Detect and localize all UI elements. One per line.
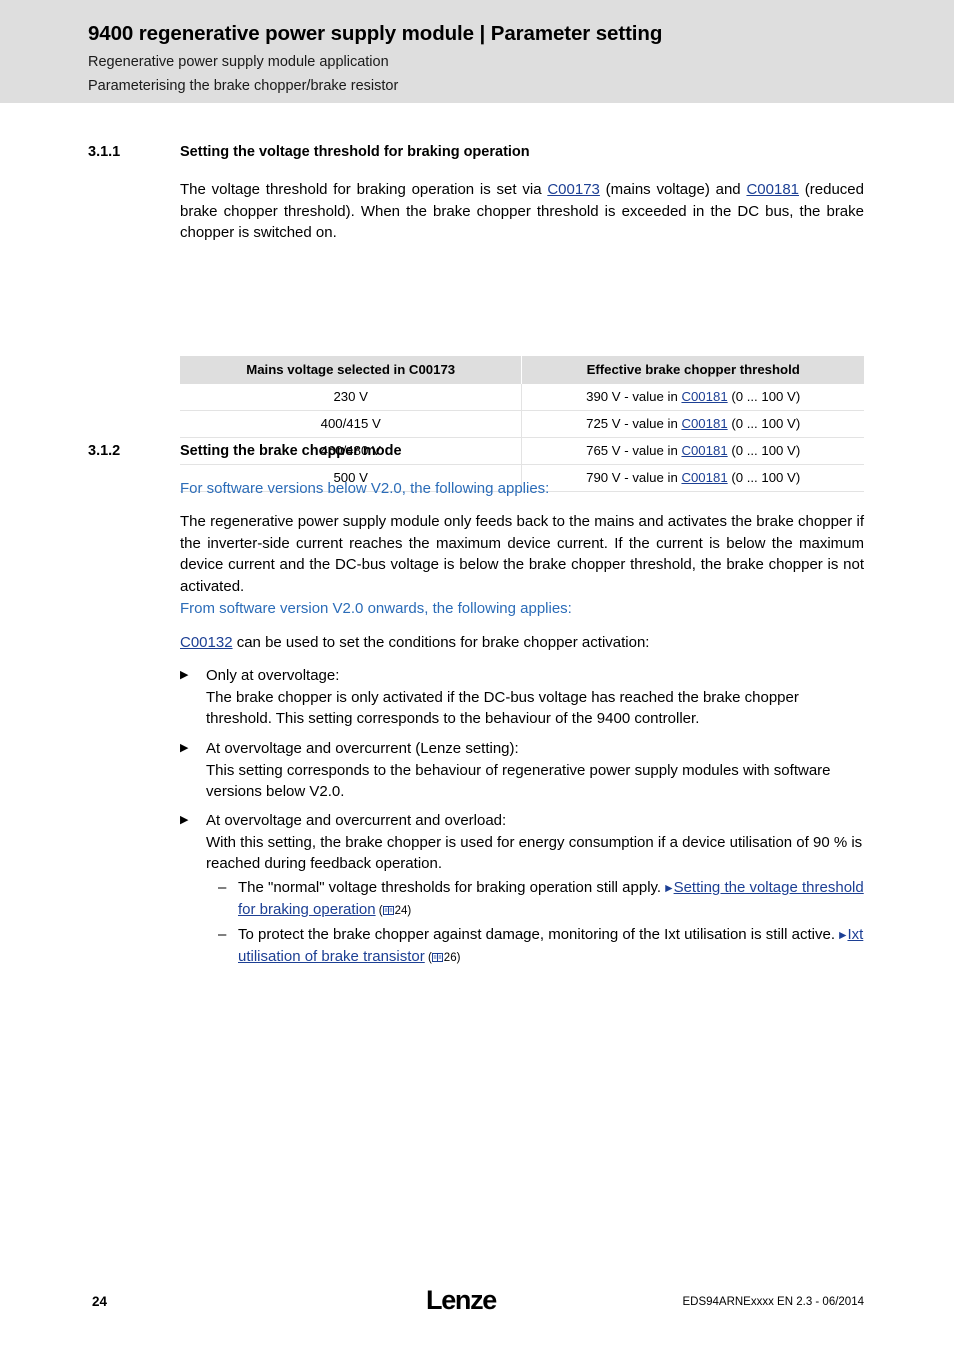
book-icon xyxy=(382,906,394,915)
sub-list-item-text: To protect the brake chopper against dam… xyxy=(238,926,835,943)
list-item-text: With this setting, the brake chopper is … xyxy=(206,833,863,873)
link-c00181[interactable]: C00181 xyxy=(681,389,727,404)
xref-page-ref: (24) xyxy=(375,905,412,917)
list-item: ▶ At overvoltage and overcurrent (Lenze … xyxy=(180,738,864,803)
cell-mains-voltage: 230 V xyxy=(180,384,522,411)
link-c00181[interactable]: C00181 xyxy=(681,443,727,458)
link-c00181[interactable]: C00181 xyxy=(681,416,727,431)
threshold-suffix: (0 ... 100 V) xyxy=(727,443,801,458)
sub-list-item: – To protect the brake chopper against d… xyxy=(218,924,864,970)
list-item-content: At overvoltage and overcurrent (Lenze se… xyxy=(206,738,864,803)
list-item-content: Only at overvoltage: The brake chopper i… xyxy=(206,665,864,730)
threshold-prefix: 765 V - value in xyxy=(586,443,682,458)
intro-text: can be used to set the conditions for br… xyxy=(232,634,650,651)
cell-effective-threshold: 390 V - value in C00181 (0 ... 100 V) xyxy=(521,384,864,411)
section-title-312: Setting the brake chopper mode xyxy=(180,443,402,459)
sub-list-item-content: To protect the brake chopper against dam… xyxy=(238,924,864,970)
table-header-mains-voltage: Mains voltage selected in C00173 xyxy=(180,356,522,384)
threshold-prefix: 390 V - value in xyxy=(586,389,682,404)
table-row: 400/415 V 725 V - value in C00181 (0 ...… xyxy=(180,410,864,438)
cell-effective-threshold: 725 V - value in C00181 (0 ... 100 V) xyxy=(521,410,864,438)
threshold-suffix: (0 ... 100 V) xyxy=(727,416,801,431)
threshold-prefix: 725 V - value in xyxy=(586,416,682,431)
sub-list-item: – The "normal" voltage thresholds for br… xyxy=(218,877,864,923)
dash-bullet-icon: – xyxy=(218,879,227,896)
cell-effective-threshold: 765 V - value in C00181 (0 ... 100 V) xyxy=(521,437,864,465)
blue-heading-below-v20: For software versions below V2.0, the fo… xyxy=(180,480,550,497)
blue-heading-from-v20: From software version V2.0 onwards, the … xyxy=(180,600,572,617)
triangle-bullet-icon: ▶ xyxy=(180,742,189,754)
threshold-suffix: (0 ... 100 V) xyxy=(727,389,801,404)
brake-chopper-threshold-table: Mains voltage selected in C00173 Effecti… xyxy=(180,356,864,492)
table-row: 230 V 390 V - value in C00181 (0 ... 100… xyxy=(180,384,864,411)
page-header-band: 9400 regenerative power supply module | … xyxy=(0,0,954,103)
cell-mains-voltage: 400/415 V xyxy=(180,410,522,438)
list-item-text: This setting corresponds to the behaviou… xyxy=(206,761,831,801)
xref-triangle-icon: ▶ xyxy=(665,882,673,894)
paragraph-voltage-threshold: The voltage threshold for braking operat… xyxy=(180,179,864,244)
paragraph-text-part-1: The voltage threshold for braking operat… xyxy=(180,181,548,198)
dash-bullet-icon: – xyxy=(218,926,227,943)
footer-document-id: EDS94ARNExxxx EN 2.3 - 06/2014 xyxy=(682,1296,864,1308)
sub-list-item-content: The "normal" voltage thresholds for brak… xyxy=(238,877,864,923)
lenze-logo: Lenze xyxy=(426,1285,497,1315)
xref-page-number: 24 xyxy=(394,905,408,917)
paragraph-below-v20: The regenerative power supply module onl… xyxy=(180,513,864,595)
list-item-title: Only at overvoltage: xyxy=(206,667,340,684)
section-number-311: 3.1.1 xyxy=(88,144,121,160)
triangle-bullet-icon: ▶ xyxy=(180,814,189,826)
triangle-bullet-icon: ▶ xyxy=(180,669,189,681)
table-header-effective-threshold: Effective brake chopper threshold xyxy=(521,356,864,384)
list-item-title: At overvoltage and overcurrent (Lenze se… xyxy=(206,740,519,757)
sub-list-item-text: The "normal" voltage thresholds for brak… xyxy=(238,879,662,896)
list-item-title: At overvoltage and overcurrent and overl… xyxy=(206,812,507,829)
link-c00132[interactable]: C00132 xyxy=(180,634,233,651)
page-title: 9400 regenerative power supply module | … xyxy=(88,22,663,45)
paragraph-text-part-2: (mains voltage) and xyxy=(599,181,747,198)
header-subtitle-application: Regenerative power supply module applica… xyxy=(88,54,389,70)
list-item: ▶ At overvoltage and overcurrent and ove… xyxy=(180,810,864,875)
book-icon xyxy=(431,953,443,962)
section-number-312: 3.1.2 xyxy=(88,443,121,459)
header-subtitle-topic: Parameterising the brake chopper/brake r… xyxy=(88,78,399,94)
footer-page-number: 24 xyxy=(92,1294,108,1309)
link-c00173[interactable]: C00173 xyxy=(547,181,600,198)
paragraph-c00132-intro: C00132 can be used to set the conditions… xyxy=(180,632,864,654)
section-title-311: Setting the voltage threshold for brakin… xyxy=(180,144,530,160)
list-item-content: At overvoltage and overcurrent and overl… xyxy=(206,810,864,875)
xref-page-number: 26 xyxy=(443,952,457,964)
xref-page-ref: (26) xyxy=(424,952,461,964)
list-item-text: The brake chopper is only activated if t… xyxy=(206,688,799,728)
table-header-row: Mains voltage selected in C00173 Effecti… xyxy=(180,356,864,384)
link-c00181-intro[interactable]: C00181 xyxy=(746,181,799,198)
list-item: ▶ Only at overvoltage: The brake chopper… xyxy=(180,665,864,730)
